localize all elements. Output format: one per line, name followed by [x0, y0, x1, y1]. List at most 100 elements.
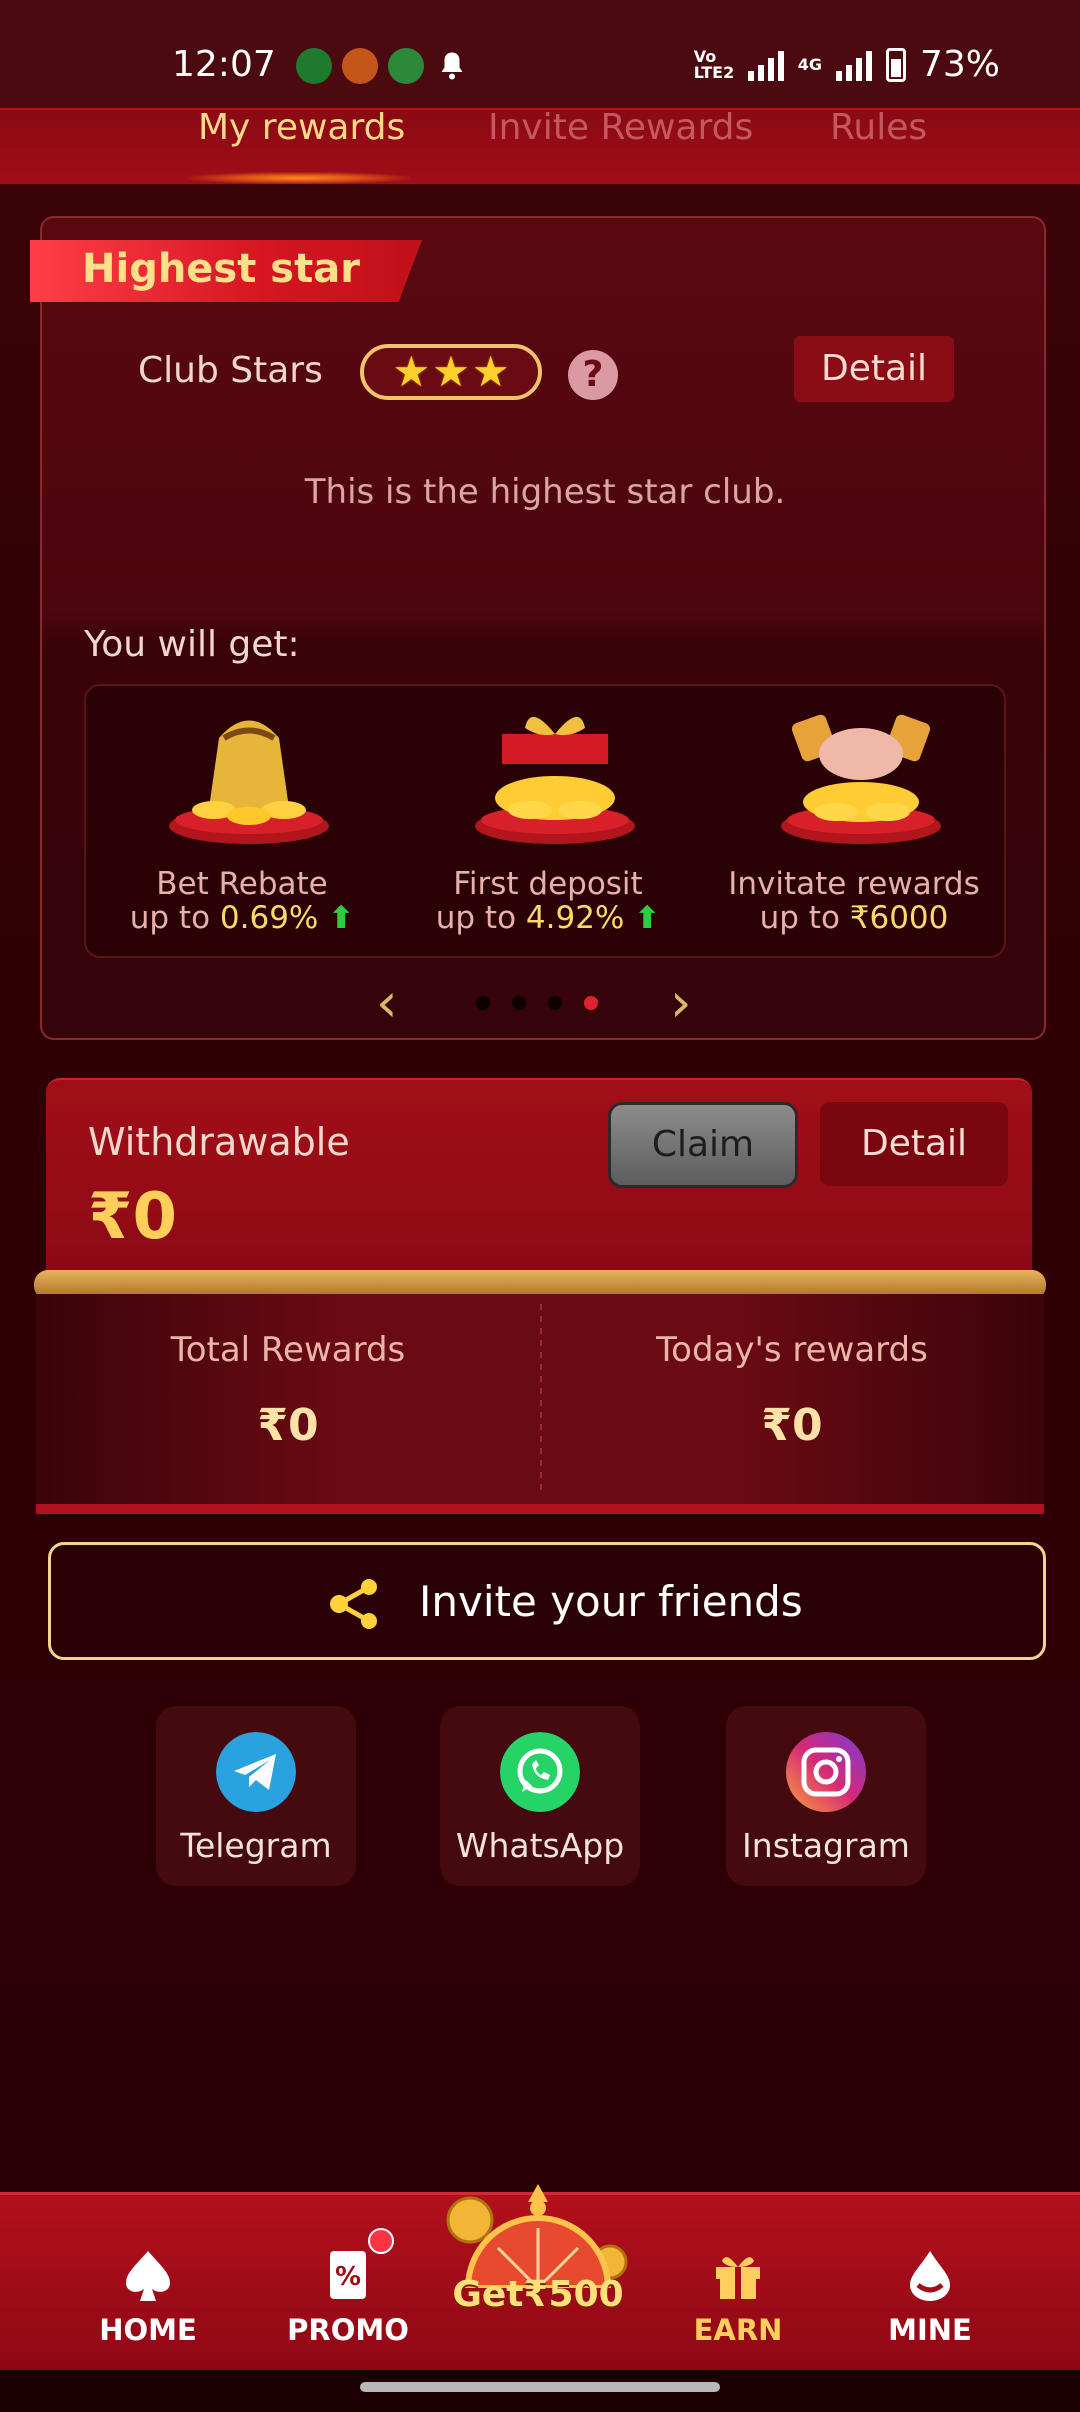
withdrawable-card: Withdrawable ₹0 Claim Detail	[46, 1078, 1032, 1286]
app-notification-icon	[296, 48, 332, 84]
app-notification-icon	[388, 48, 424, 84]
star-icon: ★	[432, 347, 470, 396]
carousel-dot[interactable]	[548, 996, 562, 1010]
highest-star-ribbon: Highest star	[30, 240, 422, 302]
carousel-prev-icon[interactable]: ‹	[376, 976, 398, 1030]
coin-bag-icon	[169, 720, 329, 844]
share-instagram[interactable]: Instagram	[726, 1706, 926, 1886]
signal-icon-2	[835, 49, 872, 81]
benefit-invite-rewards: Invitate rewards up to ₹6000	[704, 686, 1004, 960]
telegram-icon	[216, 1732, 296, 1812]
notification-icons	[296, 48, 470, 84]
benefit-amount: 0.69%	[219, 900, 319, 936]
status-bar: 12:07 Vo LTE2 4G 73%	[0, 0, 1080, 110]
nav-mine-label: MINE	[888, 2313, 972, 2347]
promo-ticket-icon: %	[330, 2251, 366, 2299]
help-icon[interactable]: ?	[568, 350, 618, 400]
arrow-up-icon: ⬆	[328, 900, 355, 936]
status-time: 12:07	[172, 44, 276, 85]
page: 12:07 Vo LTE2 4G 73% My rewards Invite R…	[0, 0, 1080, 2412]
nav-mine[interactable]: MINE	[840, 2195, 1020, 2373]
nav-promo[interactable]: % PROMO	[258, 2195, 438, 2373]
share-whatsapp[interactable]: WhatsApp	[440, 1706, 640, 1886]
star-icon: ★	[392, 347, 431, 396]
invite-friends-button[interactable]: Invite your friends	[48, 1542, 1046, 1660]
battery-percent: 73%	[919, 44, 1000, 85]
telegram-label: Telegram	[180, 1826, 332, 1865]
svg-text:%: %	[335, 2262, 361, 2292]
you-will-get-label: You will get:	[84, 624, 300, 665]
carousel-nav: ‹ ›	[42, 976, 1048, 1030]
benefit-title: First deposit	[453, 866, 643, 902]
lucky-wheel-button[interactable]: Get₹500	[438, 2178, 638, 2358]
withdrawable-amount: ₹0	[88, 1180, 178, 1254]
gift-box-coins-icon	[475, 716, 635, 844]
carousel-dot-active[interactable]	[584, 996, 598, 1010]
benefit-title: Bet Rebate	[156, 866, 328, 902]
rewards-stats: Total Rewards ₹0 Today's rewards ₹0	[36, 1294, 1044, 1508]
benefit-amount: 4.92%	[525, 900, 625, 936]
tab-rules[interactable]: Rules	[830, 110, 927, 186]
handshake-coins-icon	[781, 714, 941, 844]
club-detail-button[interactable]: Detail	[794, 336, 954, 402]
bell-icon	[441, 52, 463, 80]
club-stars-rating: ★ ★ ★	[360, 344, 542, 400]
signal-icon	[747, 49, 784, 81]
share-telegram[interactable]: Telegram	[156, 1706, 356, 1886]
volte-label: Vo LTE2	[693, 46, 735, 82]
nav-home[interactable]: HOME	[58, 2195, 238, 2373]
benefit-amount: ₹6000	[849, 900, 949, 936]
promo-notification-dot	[368, 2228, 394, 2254]
instagram-label: Instagram	[742, 1826, 910, 1865]
carousel-dots	[476, 996, 598, 1010]
gift-icon	[716, 2257, 760, 2299]
home-indicator[interactable]	[360, 2382, 720, 2392]
withdraw-detail-button[interactable]: Detail	[820, 1102, 1008, 1186]
whatsapp-icon	[500, 1732, 580, 1812]
instagram-icon	[786, 1732, 866, 1812]
ribbon-title: Highest star	[82, 246, 360, 292]
reward-tabs: My rewards Invite Rewards Rules	[0, 108, 1080, 184]
spade-icon	[126, 2251, 170, 2301]
todays-rewards-value: ₹0	[761, 1400, 823, 1451]
wheel-icon	[446, 2184, 628, 2291]
nav-promo-label: PROMO	[287, 2313, 409, 2347]
todays-rewards-label: Today's rewards	[656, 1330, 928, 1370]
battery-icon	[885, 47, 906, 82]
whatsapp-label: WhatsApp	[455, 1826, 625, 1865]
wheel-label: Get₹500	[452, 2274, 624, 2315]
mine-drop-icon	[910, 2251, 950, 2301]
benefit-first-deposit: First deposit up to 4.92% ⬆	[398, 686, 698, 960]
stats-bottom-edge	[36, 1504, 1044, 1514]
active-tab-indicator	[188, 172, 410, 184]
nav-home-label: HOME	[99, 2313, 197, 2347]
star-icon: ★	[471, 347, 510, 396]
carousel-next-icon[interactable]: ›	[670, 976, 692, 1030]
highest-star-message: This is the highest star club.	[304, 472, 786, 512]
nav-earn-label: EARN	[693, 2313, 783, 2347]
status-right: Vo LTE2 4G 73%	[694, 44, 1000, 85]
total-rewards-value: ₹0	[257, 1400, 319, 1451]
carousel-dot[interactable]	[512, 996, 526, 1010]
app-notification-icon	[342, 48, 378, 84]
benefit-value: up to ₹6000	[704, 900, 1004, 936]
benefits-carousel: Bet Rebate up to 0.69% ⬆ First deposit u…	[84, 684, 1006, 958]
withdrawable-label: Withdrawable	[88, 1120, 350, 1164]
benefit-prefix: up to	[435, 900, 526, 936]
benefit-prefix: up to	[129, 900, 220, 936]
tab-invite-rewards[interactable]: Invite Rewards	[488, 110, 753, 186]
carousel-dot[interactable]	[476, 996, 490, 1010]
benefit-prefix: up to	[759, 900, 850, 936]
share-icon	[330, 1579, 377, 1629]
benefit-value: up to 4.92% ⬆	[398, 900, 698, 936]
club-star-card: Highest star Club Stars ★ ★ ★ ? Detail T…	[30, 216, 1048, 1040]
arrow-up-icon: ⬆	[634, 900, 661, 936]
network-label: 4G	[797, 54, 822, 74]
benefit-title: Invitate rewards	[728, 866, 980, 902]
club-stars-label: Club Stars	[138, 350, 323, 391]
total-rewards-label: Total Rewards	[170, 1330, 406, 1370]
benefit-bet-rebate: Bet Rebate up to 0.69% ⬆	[92, 686, 392, 960]
claim-button[interactable]: Claim	[608, 1102, 798, 1188]
invite-friends-label: Invite your friends	[419, 1577, 803, 1626]
nav-earn[interactable]: EARN	[648, 2195, 828, 2373]
